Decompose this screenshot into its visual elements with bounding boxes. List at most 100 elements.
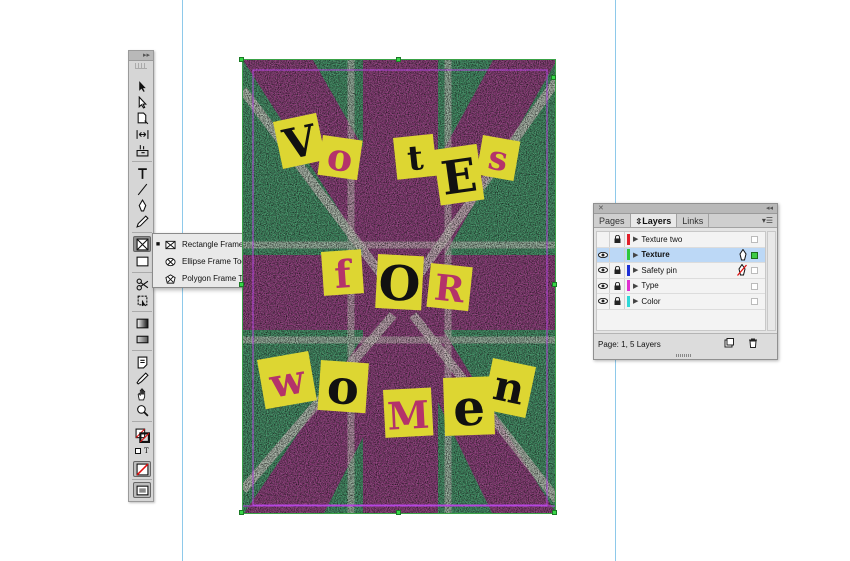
poster-letter: O (377, 255, 422, 313)
visibility-toggle[interactable] (597, 247, 610, 262)
eyedropper-tool-icon[interactable] (133, 370, 151, 386)
eye-icon (598, 282, 608, 289)
layer-row[interactable]: ▶ Texture (597, 247, 765, 263)
screen-mode-icon[interactable] (133, 482, 151, 498)
lock-icon (614, 297, 620, 306)
note-tool-icon[interactable] (133, 354, 151, 370)
eye-icon (598, 267, 608, 274)
panel-menu-icon[interactable]: ▾☰ (762, 214, 773, 228)
layers-list: ▶ Texture two ▶ Texture ▶ Safety pin ▶ T… (596, 231, 766, 331)
page-tool-icon[interactable] (133, 110, 151, 126)
gradient-feather-tool-icon[interactable] (133, 331, 151, 347)
poster-letter: R (432, 267, 467, 312)
selection-handle[interactable] (239, 510, 244, 515)
ellipse-frame-icon (165, 257, 177, 267)
rectangle-tool-icon[interactable] (133, 253, 151, 269)
collapse-icon[interactable]: ◂◂ (766, 204, 773, 214)
visibility-toggle[interactable] (597, 263, 610, 278)
collapse-icon[interactable]: ▸▸ (143, 51, 150, 61)
content-collector-icon[interactable] (133, 142, 151, 158)
layer-name: Texture two (641, 234, 683, 244)
rectangle-frame-tool-icon[interactable] (133, 236, 151, 252)
selection-handle[interactable] (551, 75, 556, 80)
gap-tool-icon[interactable] (133, 126, 151, 142)
scissors-tool-icon[interactable] (133, 276, 151, 292)
layer-color-swatch (627, 295, 630, 307)
target-square-icon[interactable] (751, 282, 758, 290)
pen-tool-icon[interactable] (133, 197, 151, 213)
selection-handle[interactable] (239, 57, 244, 62)
direct-selection-tool-icon[interactable] (133, 94, 151, 110)
panel-tabs: Pages ⇳Layers Links ▾☰ (594, 214, 777, 228)
expand-triangle-icon[interactable]: ▶ (633, 266, 638, 274)
poster-letter: E (438, 147, 480, 205)
layer-name: Color (641, 296, 661, 306)
line-tool-icon[interactable] (133, 181, 151, 197)
pencil-tool-icon[interactable] (133, 213, 151, 229)
zoom-tool-icon[interactable] (133, 402, 151, 418)
lock-toggle[interactable] (610, 232, 625, 247)
layers-scrollbar[interactable] (767, 231, 776, 331)
selection-handle[interactable] (396, 510, 401, 515)
visibility-toggle[interactable] (597, 232, 610, 247)
resize-grip[interactable] (676, 354, 692, 357)
new-layer-icon[interactable] (724, 338, 734, 348)
close-icon[interactable]: ✕ (598, 204, 604, 214)
lock-icon (614, 266, 620, 275)
fill-stroke-icon[interactable] (133, 425, 151, 445)
poster-artwork[interactable]: V o t E s f O R w o M e n (242, 59, 556, 514)
target-square-icon[interactable] (751, 236, 758, 243)
poster-letter: e (452, 378, 486, 438)
layer-row[interactable]: ▶ Texture two (597, 232, 765, 248)
selection-handle[interactable] (552, 510, 557, 515)
visibility-toggle[interactable] (597, 278, 610, 293)
layer-name: Type (641, 281, 659, 291)
tab-links[interactable]: Links (677, 214, 710, 227)
poster-letter: M (386, 392, 430, 439)
expand-triangle-icon[interactable]: ▶ (633, 251, 638, 259)
format-text-label: T (144, 447, 149, 455)
type-tool-icon[interactable] (133, 165, 151, 181)
selection-handle[interactable] (239, 282, 244, 287)
layer-name: Safety pin (641, 265, 677, 275)
free-transform-tool-icon[interactable] (133, 292, 151, 308)
target-square-icon[interactable] (751, 267, 758, 274)
pen-crossed-icon (737, 263, 747, 278)
layer-row[interactable]: ▶ Type (597, 278, 765, 294)
selection-handle[interactable] (396, 57, 401, 62)
target-square-icon[interactable] (751, 251, 758, 259)
layers-panel-footer: Page: 1, 5 Layers (594, 333, 777, 359)
expand-triangle-icon[interactable]: ▶ (633, 297, 638, 305)
tab-layers-label: Layers (642, 216, 672, 226)
hand-tool-icon[interactable] (133, 386, 151, 402)
lock-toggle[interactable] (610, 247, 625, 262)
layer-row[interactable]: ▶ Safety pin (597, 263, 765, 279)
layer-row[interactable]: ▶ Color (597, 294, 765, 310)
lock-icon (614, 281, 620, 290)
gradient-swatch-tool-icon[interactable] (133, 315, 151, 331)
tools-panel-grip[interactable] (135, 63, 147, 69)
layers-panel-titlebar[interactable]: ✕ ◂◂ (594, 204, 777, 214)
lock-icon (614, 235, 620, 244)
apply-none-icon[interactable] (133, 461, 151, 477)
lock-toggle[interactable] (610, 278, 625, 293)
layer-color-swatch (627, 249, 630, 261)
tab-pages[interactable]: Pages (594, 214, 631, 227)
selection-tool-icon[interactable] (133, 78, 151, 94)
lock-toggle[interactable] (610, 263, 625, 278)
trash-icon[interactable] (748, 338, 758, 348)
tools-panel-titlebar[interactable]: ▸▸ (129, 51, 153, 61)
formatting-affects-icon[interactable]: T (133, 446, 151, 456)
selection-handle[interactable] (552, 282, 557, 287)
tools-panel: ▸▸ T (128, 50, 154, 502)
eye-icon (598, 251, 608, 258)
lock-toggle[interactable] (610, 294, 625, 309)
expand-triangle-icon[interactable]: ▶ (633, 282, 638, 290)
layer-color-swatch (627, 264, 630, 276)
tab-layers[interactable]: ⇳Layers (630, 214, 678, 227)
eye-icon (598, 298, 608, 305)
expand-triangle-icon[interactable]: ▶ (633, 235, 638, 243)
target-square-icon[interactable] (751, 298, 758, 305)
poster-letter: o (325, 359, 361, 417)
visibility-toggle[interactable] (597, 294, 610, 309)
